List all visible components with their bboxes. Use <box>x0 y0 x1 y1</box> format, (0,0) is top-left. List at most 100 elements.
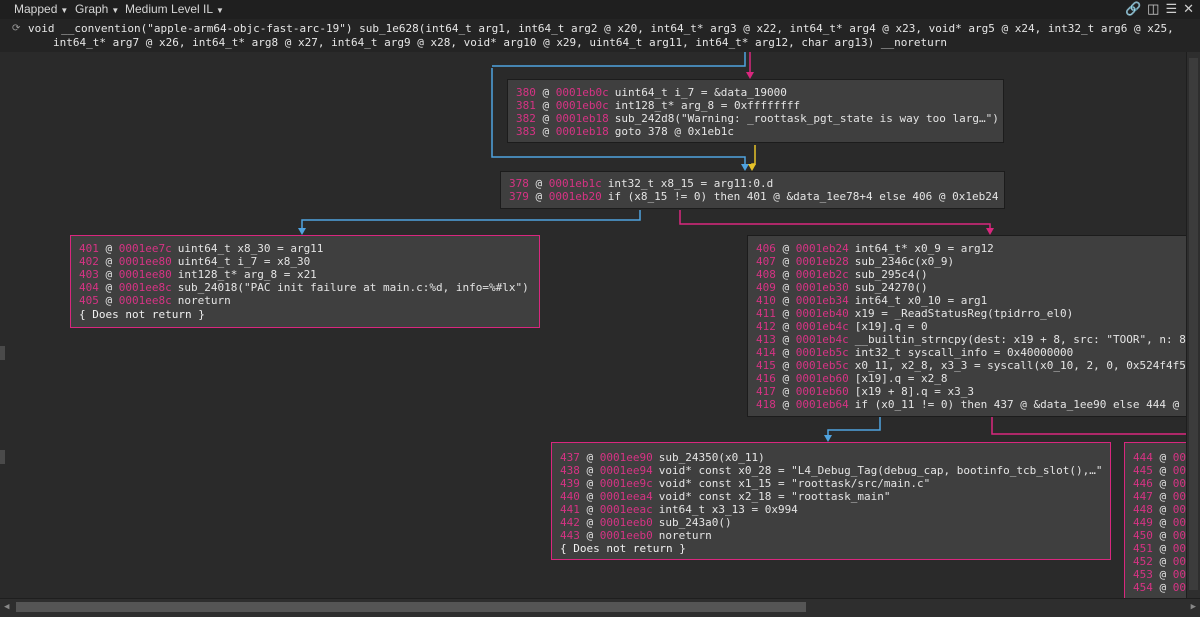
split-view-icon[interactable]: ◫ <box>1147 1 1159 16</box>
horizontal-scrollbar[interactable]: ◀ ▶ <box>0 598 1200 617</box>
scroll-right-icon[interactable]: ▶ <box>1191 602 1196 612</box>
il-instruction[interactable]: void* const x2_18 = "roottask_main" <box>659 490 891 503</box>
graph-canvas[interactable]: 380 @ 0001eb0c uint64_t i_7 = &data_19000… <box>0 52 1187 598</box>
signature-line-2[interactable]: int64_t* arg7 @ x26, int64_t* arg8 @ x27… <box>53 36 947 49</box>
left-panel-handle[interactable] <box>0 346 5 360</box>
scroll-left-icon[interactable]: ◀ <box>4 602 9 612</box>
il-line[interactable]: 444 @ 00 <box>1133 451 1186 464</box>
il-address[interactable]: 00 <box>1173 516 1186 529</box>
il-instruction[interactable]: int128_t* arg_8 = x21 <box>178 268 317 281</box>
il-address[interactable]: 0001ee90 <box>600 451 653 464</box>
il-line[interactable]: 383 @ 0001eb18 goto 378 @ 0x1eb1c <box>516 125 734 138</box>
il-line[interactable]: 405 @ 0001ee8c noreturn <box>79 294 231 307</box>
il-line[interactable]: 452 @ 00 <box>1133 555 1186 568</box>
il-line[interactable]: 442 @ 0001eeb0 sub_243a0() <box>560 516 732 529</box>
il-address[interactable]: 0001eeac <box>600 503 653 516</box>
il-instruction[interactable]: x0_11, x2_8, x3_3 = syscall(x0_10, 2, 0,… <box>855 359 1186 372</box>
il-address[interactable]: 0001ee7c <box>119 242 172 255</box>
il-address[interactable]: 0001ee8c <box>119 281 172 294</box>
il-instruction[interactable]: x19 = _ReadStatusReg(tpidrro_el0) <box>855 307 1074 320</box>
il-line[interactable]: 417 @ 0001eb60 [x19 + 8].q = x3_3 <box>756 385 974 398</box>
il-line[interactable]: 443 @ 0001eeb0 noreturn <box>560 529 712 542</box>
il-address[interactable]: 00 <box>1173 477 1186 490</box>
il-instruction[interactable]: sub_242d8("Warning: _roottask_pgt_state … <box>615 112 999 125</box>
il-instruction[interactable]: int64_t x3_13 = 0x994 <box>659 503 798 516</box>
il-line[interactable]: 445 @ 00 <box>1133 464 1186 477</box>
signature-line-1[interactable]: void __convention("apple-arm64-objc-fast… <box>28 22 1174 35</box>
il-instruction[interactable]: int64_t* x0_9 = arg12 <box>855 242 994 255</box>
il-instruction[interactable]: uint64_t i_7 = x8_30 <box>178 255 310 268</box>
il-line[interactable]: 447 @ 00 <box>1133 490 1186 503</box>
il-address[interactable]: 0001eb4c <box>796 320 849 333</box>
il-line[interactable]: 404 @ 0001ee8c sub_24018("PAC init failur… <box>79 281 529 294</box>
il-line[interactable]: 380 @ 0001eb0c uint64_t i_7 = &data_19000 <box>516 86 787 99</box>
graph-dropdown[interactable]: Graph ▼ <box>75 2 119 16</box>
vertical-scrollbar[interactable] <box>1186 52 1200 598</box>
il-line[interactable]: 449 @ 00 <box>1133 516 1186 529</box>
il-line[interactable]: 418 @ 0001eb64 if (x0_11 != 0) then 437 @… <box>756 398 1179 411</box>
il-line[interactable]: 451 @ 00 <box>1133 542 1186 555</box>
il-line[interactable]: 454 @ 00 <box>1133 581 1186 594</box>
view-mode-dropdown[interactable]: Mapped ▼ <box>14 2 68 16</box>
il-address[interactable]: 00 <box>1173 542 1186 555</box>
il-instruction[interactable]: sub_2346c(x0_9) <box>855 255 954 268</box>
il-dropdown[interactable]: Medium Level IL ▼ <box>125 2 224 16</box>
il-instruction[interactable]: [x19].q = 0 <box>855 320 928 333</box>
il-address[interactable]: 0001eea4 <box>600 490 653 503</box>
il-address[interactable]: 0001ee94 <box>600 464 653 477</box>
il-instruction[interactable]: int32_t x8_15 = arg11:0.d <box>608 177 774 190</box>
il-line[interactable]: 408 @ 0001eb2c sub_295c4() <box>756 268 928 281</box>
refresh-icon[interactable]: ⟳ <box>12 23 20 34</box>
il-address[interactable]: 00 <box>1173 503 1186 516</box>
il-address[interactable]: 0001eb64 <box>796 398 849 411</box>
il-line[interactable]: 439 @ 0001ee9c void* const x1_15 = "roott… <box>560 477 930 490</box>
il-instruction[interactable]: void* const x1_15 = "roottask/src/main.c… <box>659 477 931 490</box>
il-line[interactable]: 437 @ 0001ee90 sub_24350(x0_11) <box>560 451 765 464</box>
il-instruction[interactable]: sub_295c4() <box>855 268 928 281</box>
il-address[interactable]: 0001eb2c <box>796 268 849 281</box>
basic-block-380[interactable]: 380 @ 0001eb0c uint64_t i_7 = &data_19000… <box>507 79 1004 143</box>
il-line[interactable]: 438 @ 0001ee94 void* const x0_28 = "L4_De… <box>560 464 1102 477</box>
il-address[interactable]: 0001ee80 <box>119 255 172 268</box>
il-address[interactable]: 0001eb5c <box>796 346 849 359</box>
il-line[interactable]: 406 @ 0001eb24 int64_t* x0_9 = arg12 <box>756 242 994 255</box>
il-line[interactable]: 378 @ 0001eb1c int32_t x8_15 = arg11:0.d <box>509 177 773 190</box>
il-address[interactable]: 0001eb30 <box>796 281 849 294</box>
vertical-scroll-thumb[interactable] <box>1189 58 1198 590</box>
il-address[interactable]: 0001eb40 <box>796 307 849 320</box>
il-instruction[interactable]: noreturn <box>659 529 712 542</box>
horizontal-scroll-thumb[interactable] <box>16 602 806 612</box>
il-instruction[interactable]: noreturn <box>178 294 231 307</box>
il-line[interactable]: 379 @ 0001eb20 if (x8_15 != 0) then 401 @… <box>509 190 998 203</box>
il-address[interactable]: 0001ee9c <box>600 477 653 490</box>
il-address[interactable]: 0001eeb0 <box>600 529 653 542</box>
il-address[interactable]: 0001eb0c <box>556 99 609 112</box>
il-line[interactable]: 382 @ 0001eb18 sub_242d8("Warning: _roott… <box>516 112 999 125</box>
il-address[interactable]: 00 <box>1173 568 1186 581</box>
il-line[interactable]: 403 @ 0001ee80 int128_t* arg_8 = x21 <box>79 268 317 281</box>
basic-block-401[interactable]: 401 @ 0001ee7c uint64_t x8_30 = arg11 402 … <box>70 235 540 328</box>
il-line[interactable]: 453 @ 00 <box>1133 568 1186 581</box>
il-instruction[interactable]: uint64_t i_7 = &data_19000 <box>615 86 787 99</box>
il-line[interactable]: 402 @ 0001ee80 uint64_t i_7 = x8_30 <box>79 255 310 268</box>
il-instruction[interactable]: if (x8_15 != 0) then 401 @ &data_1ee78+4… <box>608 190 999 203</box>
il-line[interactable]: 411 @ 0001eb40 x19 = _ReadStatusReg(tpidr… <box>756 307 1073 320</box>
menu-icon[interactable]: ☰ <box>1165 1 1177 16</box>
il-instruction[interactable]: sub_24018("PAC init failure at main.c:%d… <box>178 281 529 294</box>
il-address[interactable]: 0001eb60 <box>796 372 849 385</box>
il-address[interactable]: 0001ee80 <box>119 268 172 281</box>
il-address[interactable]: 00 <box>1173 464 1186 477</box>
il-line[interactable]: 413 @ 0001eb4c __builtin_strncpy(dest: x1… <box>756 333 1186 346</box>
il-address[interactable]: 0001eb4c <box>796 333 849 346</box>
il-address[interactable]: 0001ee8c <box>119 294 172 307</box>
il-address[interactable]: 0001eb18 <box>556 125 609 138</box>
il-address[interactable]: 00 <box>1173 490 1186 503</box>
il-address[interactable]: 0001eb28 <box>796 255 849 268</box>
il-line[interactable]: 410 @ 0001eb34 int64_t x0_10 = arg1 <box>756 294 987 307</box>
basic-block-444[interactable]: 444 @ 00 445 @ 00 446 @ 00 447 @ 00 448 @ 00… <box>1124 442 1187 598</box>
il-instruction[interactable]: goto 378 @ 0x1eb1c <box>615 125 734 138</box>
il-instruction[interactable]: void* const x0_28 = "L4_Debug_Tag(debug_… <box>659 464 1103 477</box>
il-line[interactable]: 416 @ 0001eb60 [x19].q = x2_8 <box>756 372 947 385</box>
il-line[interactable]: 407 @ 0001eb28 sub_2346c(x0_9) <box>756 255 954 268</box>
il-address[interactable]: 0001eb0c <box>556 86 609 99</box>
